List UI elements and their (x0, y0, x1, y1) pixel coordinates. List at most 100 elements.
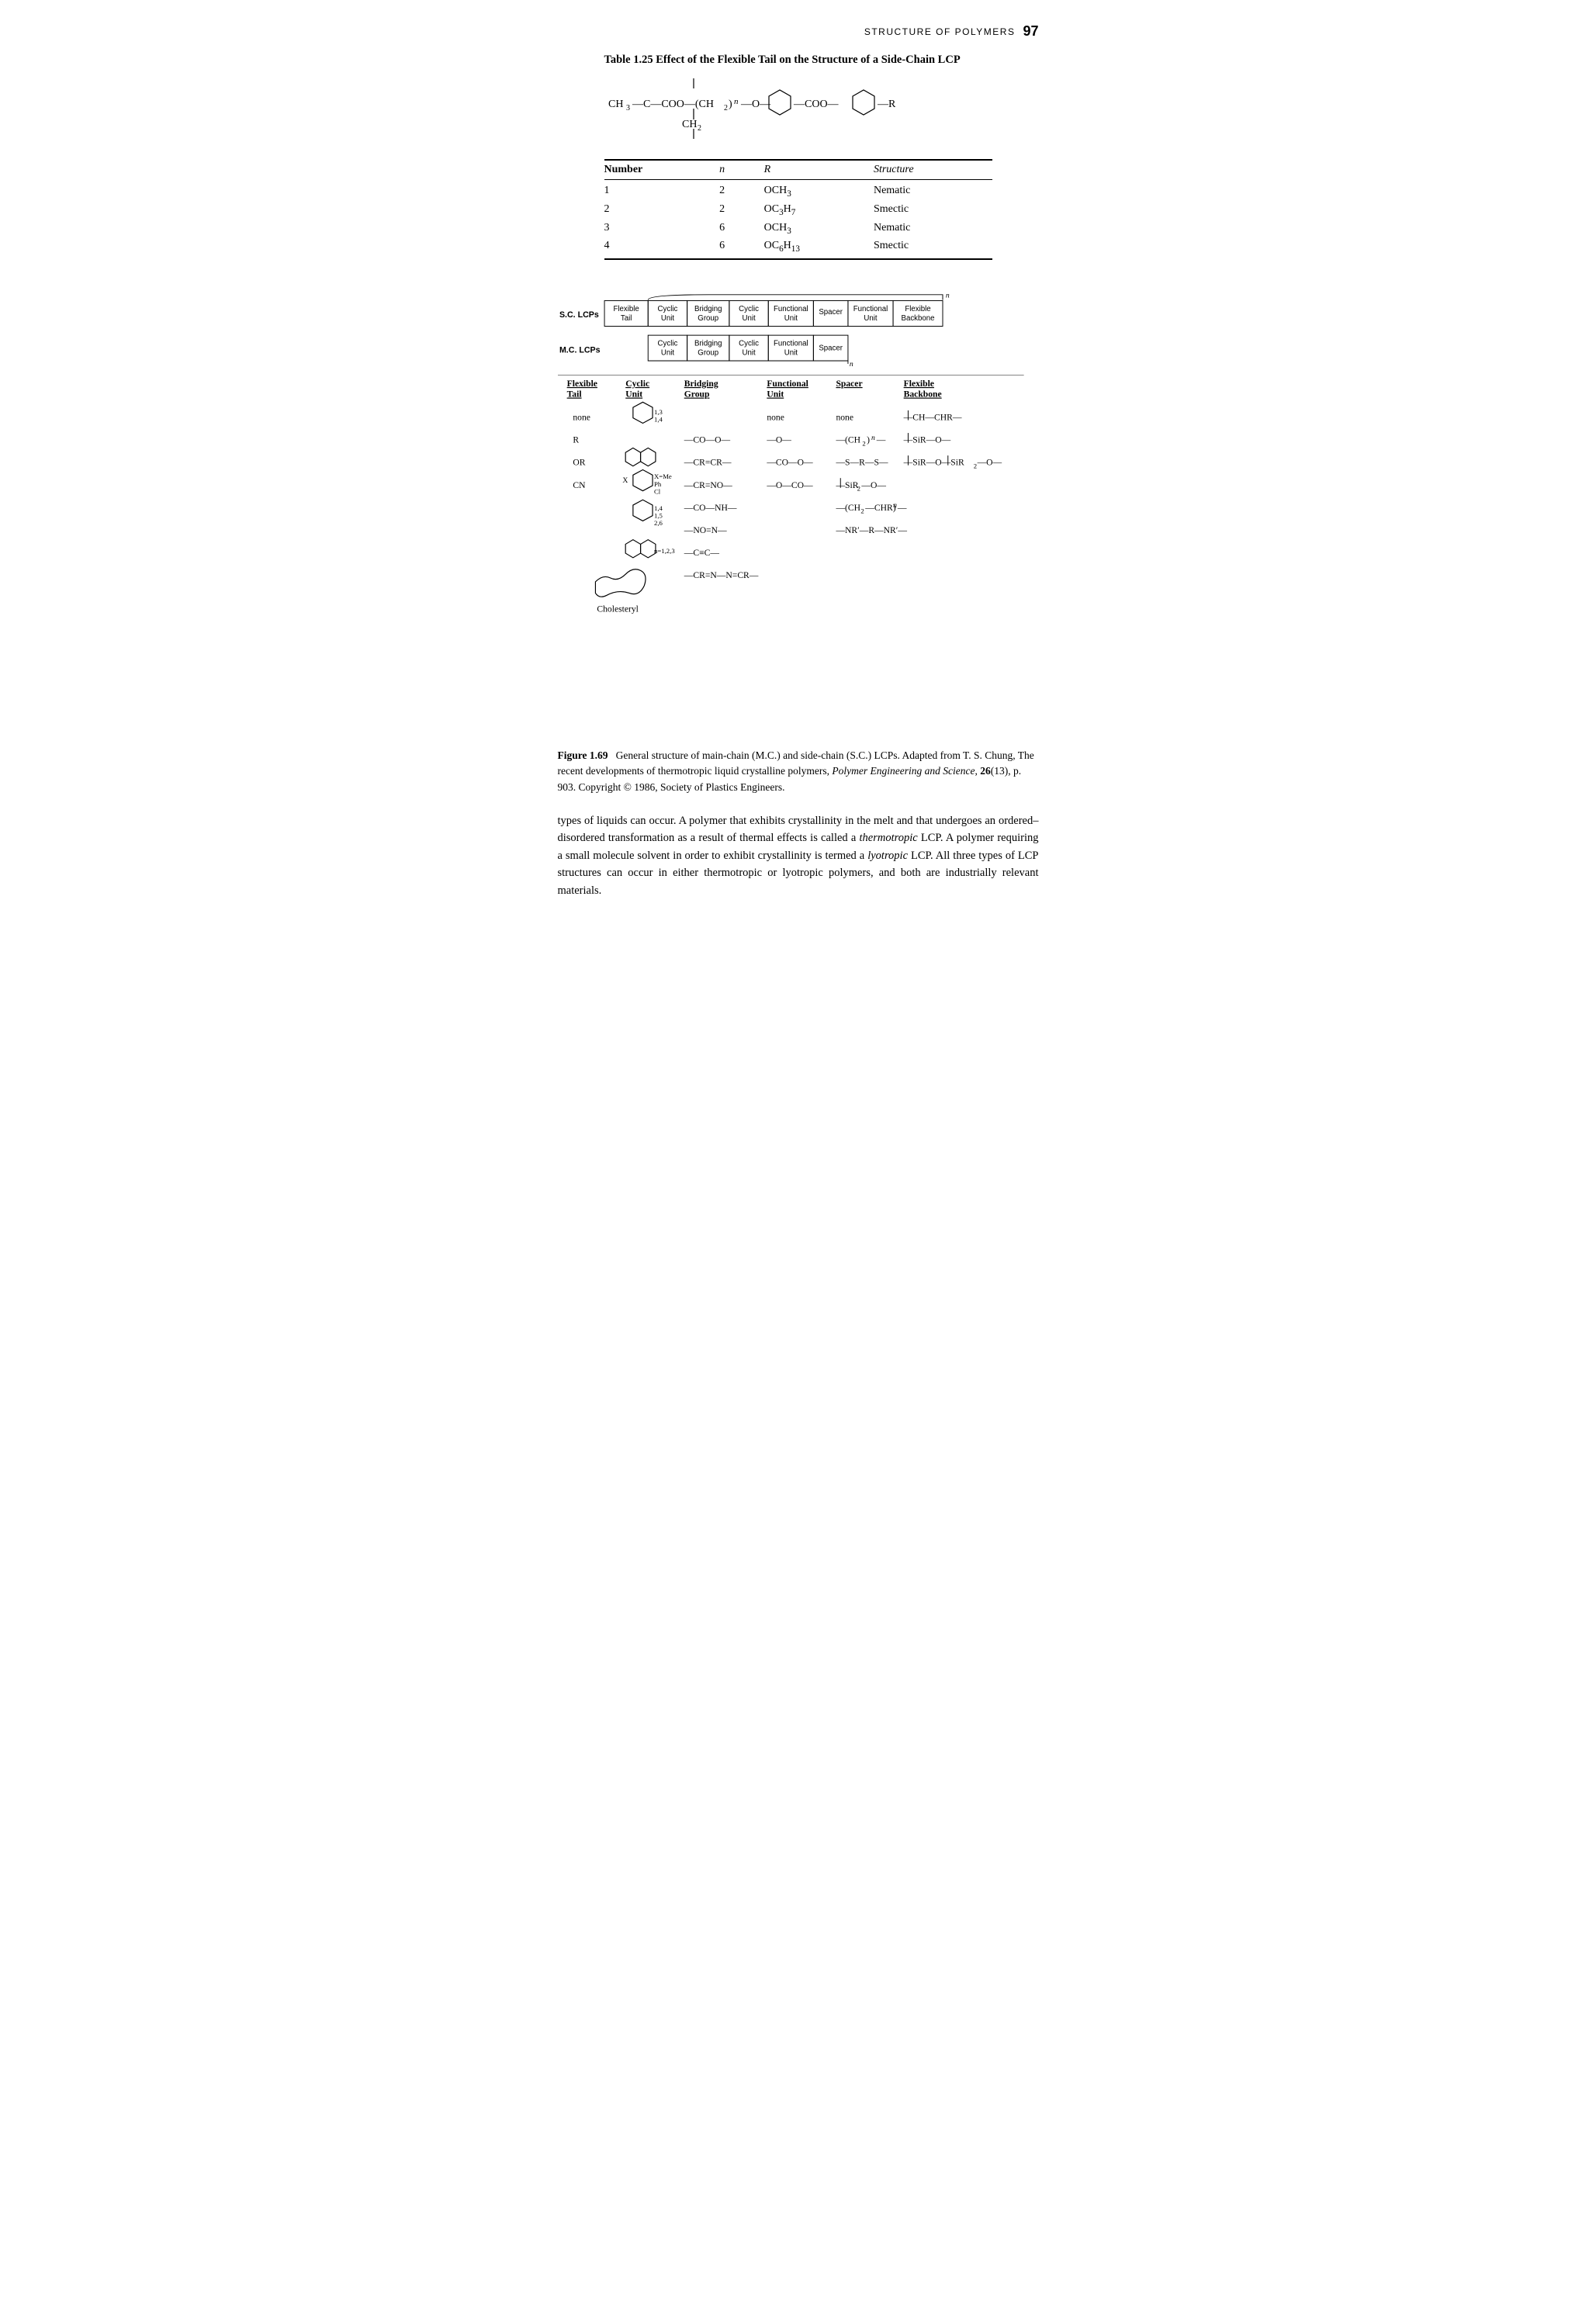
svg-text:—CO—O—: —CO—O— (683, 435, 730, 445)
svg-text:Cl: Cl (654, 488, 661, 496)
figure-container: S.C. LCPs Flexible Tail Cyclic Unit Brid… (558, 282, 1039, 735)
svg-text:Unit: Unit (767, 389, 784, 400)
svg-text:Cyclic: Cyclic (657, 340, 677, 348)
svg-text:—NR′—R—NR′—: —NR′—R—NR′— (835, 525, 907, 535)
svg-text:—NO=N—: —NO=N— (683, 525, 726, 535)
svg-text:—O—: —O— (766, 435, 791, 445)
table-cell-r: OC6H13 (764, 237, 874, 259)
svg-text:—: — (875, 435, 885, 445)
svg-text:X=Me: X=Me (654, 472, 672, 480)
svg-text:1,5: 1,5 (654, 512, 663, 520)
body-paragraph: types of liquids can occur. A polymer th… (558, 815, 1039, 897)
svg-text:—SiR: —SiR (835, 480, 858, 490)
svg-text:n: n (734, 97, 739, 106)
table-title: Table 1.25 Effect of the Flexible Tail o… (604, 54, 1039, 67)
svg-text:n: n (893, 501, 897, 510)
section-title: STRUCTURE OF POLYMERS (864, 26, 1016, 37)
svg-text:CH: CH (608, 99, 623, 110)
svg-text:S.C. LCPs: S.C. LCPs (559, 310, 598, 320)
svg-text:Group: Group (698, 349, 718, 358)
svg-text:—: — (896, 503, 906, 513)
col-n: n (719, 160, 764, 180)
svg-text:Spacer: Spacer (819, 344, 843, 353)
svg-text:): ) (867, 435, 870, 445)
svg-text:n=1,2,3: n=1,2,3 (654, 547, 675, 555)
svg-text:Bridging: Bridging (694, 305, 722, 313)
svg-text:2: 2 (860, 507, 864, 515)
table-cell-n: 6 (719, 220, 764, 238)
svg-text:—(CH: —(CH (835, 503, 860, 513)
table-cell-structure: Smectic (874, 237, 992, 259)
col-number: Number (604, 160, 720, 180)
svg-text:none: none (767, 413, 784, 423)
svg-text:Backbone: Backbone (901, 314, 934, 323)
formula-svg: CH 3 —C—COO—(CH 2 ) n —O— CH 2 —COO— —R (604, 74, 992, 144)
table-cell-number: 4 (604, 237, 720, 259)
svg-text:—SiR—O—SiR: —SiR—O—SiR (902, 458, 964, 468)
svg-text:Cyclic: Cyclic (739, 340, 759, 348)
chemical-formula: CH 3 —C—COO—(CH 2 ) n —O— CH 2 —COO— —R (604, 74, 1039, 150)
svg-text:1,4: 1,4 (654, 416, 663, 424)
table-cell-r: OC3H7 (764, 201, 874, 220)
svg-text:Unit: Unit (660, 349, 674, 358)
svg-text:—C≡C—: —C≡C— (683, 548, 719, 558)
svg-text:Flexible: Flexible (903, 379, 933, 389)
svg-text:Ph: Ph (654, 480, 662, 488)
svg-text:Unit: Unit (784, 349, 798, 358)
svg-text:CH: CH (682, 119, 697, 130)
svg-text:3: 3 (626, 104, 630, 112)
svg-text:—C—COO—(CH: —C—COO—(CH (632, 99, 714, 110)
svg-text:—S—R—S—: —S—R—S— (835, 458, 888, 468)
svg-text:Flexible: Flexible (613, 305, 639, 313)
body-text: types of liquids can occur. A polymer th… (558, 812, 1039, 899)
svg-text:CN: CN (573, 480, 586, 490)
svg-text:Functional: Functional (767, 379, 808, 389)
svg-text:—O—CO—: —O—CO— (766, 480, 813, 490)
svg-text:Spacer: Spacer (836, 379, 862, 389)
col-r: R (764, 160, 874, 180)
svg-text:1,3: 1,3 (654, 408, 663, 416)
svg-text:2: 2 (724, 104, 728, 112)
table-cell-structure: Smectic (874, 201, 992, 220)
svg-text:—COO—: —COO— (793, 99, 840, 110)
svg-text:—CO—NH—: —CO—NH— (683, 503, 736, 513)
svg-text:—SiR—O—: —SiR—O— (902, 435, 950, 445)
svg-text:2,6: 2,6 (654, 519, 663, 527)
figure-label: Figure 1.69 (558, 749, 608, 761)
svg-text:Group: Group (684, 389, 709, 400)
table-cell-n: 6 (719, 237, 764, 259)
svg-text:—O—: —O— (860, 480, 886, 490)
svg-text:—(CH: —(CH (835, 435, 860, 445)
svg-text:Unit: Unit (660, 314, 674, 323)
table-cell-number: 2 (604, 201, 720, 220)
svg-text:Unit: Unit (784, 314, 798, 323)
table-cell-structure: Nematic (874, 180, 992, 201)
main-diagram-svg: S.C. LCPs Flexible Tail Cyclic Unit Brid… (558, 282, 1039, 732)
svg-text:none: none (836, 413, 853, 423)
svg-text:Backbone: Backbone (903, 389, 941, 400)
svg-text:R: R (573, 435, 579, 445)
svg-text:—CHR): —CHR) (864, 503, 895, 513)
svg-text:none: none (573, 413, 590, 423)
svg-text:—O—: —O— (976, 458, 1002, 468)
svg-text:n: n (871, 434, 874, 442)
table-cell-r: OCH3 (764, 180, 874, 201)
svg-text:2: 2 (698, 124, 701, 133)
svg-text:—CR=NO—: —CR=NO— (683, 480, 732, 490)
svg-text:—CR=N—N=CR—: —CR=N—N=CR— (683, 570, 758, 580)
svg-text:Functional: Functional (774, 340, 808, 348)
svg-text:X: X (622, 476, 628, 485)
svg-text:Unit: Unit (742, 349, 756, 358)
svg-text:n: n (849, 360, 853, 369)
svg-text:2: 2 (973, 462, 976, 470)
svg-text:Unit: Unit (742, 314, 756, 323)
svg-text:Tail: Tail (620, 314, 632, 323)
svg-text:Group: Group (698, 314, 718, 323)
svg-text:): ) (729, 99, 732, 110)
table-cell-n: 2 (719, 201, 764, 220)
svg-text:Unit: Unit (625, 389, 642, 400)
table-cell-r: OCH3 (764, 220, 874, 238)
page-number: 97 (1023, 23, 1038, 40)
svg-text:Cyclic: Cyclic (657, 305, 677, 313)
table-cell-n: 2 (719, 180, 764, 201)
